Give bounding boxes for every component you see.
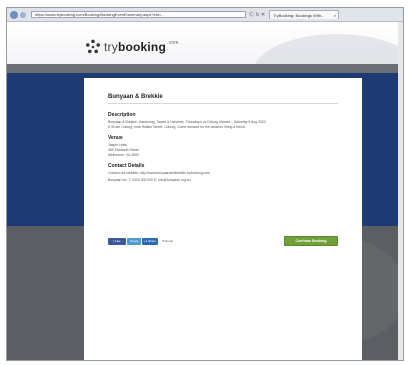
browser-tab[interactable]: TryBooking: Bookings With... ×	[269, 10, 340, 19]
tweet-button[interactable]: Tweet	[127, 237, 141, 245]
logo-text: trybooking.com	[104, 40, 179, 54]
address-bar[interactable]: https://www.trybooking.com/Booking/Booki…	[31, 11, 246, 18]
site-header: trybooking.com	[7, 22, 403, 114]
description-text: Bunyaan & Brekkie: Gardening, Tastes & H…	[108, 120, 338, 130]
logo-text-try: try	[104, 40, 118, 54]
trybooking-logo[interactable]: trybooking.com	[85, 39, 179, 55]
event-title: Bunyaan & Brekkie	[108, 94, 163, 100]
booking-actions: f Like Tweet +1 Share ✉ Email Continue B…	[108, 236, 338, 246]
title-divider	[108, 103, 338, 104]
venue-address: Jasper Hotel 489 Elizabeth Street Melbou…	[108, 143, 338, 158]
contact-details: Contact our website: http://www.bunyaana…	[108, 171, 338, 183]
back-icon[interactable]	[10, 10, 18, 19]
contact-line[interactable]: Bunyaan Inc. T: 0400 000 000 E: info@bun…	[108, 178, 338, 183]
tab-label: TryBooking: Bookings With...	[273, 12, 325, 18]
venue-heading: Venue	[108, 135, 123, 141]
event-card: Bunyaan & Brekkie Description Bunyaan & …	[84, 78, 362, 360]
browser-toolbar: https://www.trybooking.com/Booking/Booki…	[7, 8, 403, 22]
header-band	[7, 64, 403, 73]
forward-icon[interactable]	[20, 11, 26, 18]
facebook-like-button[interactable]: f Like	[108, 237, 126, 245]
venue-line: Melbourne, Vic 3000	[108, 153, 140, 157]
description-line: 8:30 am Coburg, near Walker Street, Cobu…	[108, 125, 246, 129]
contact-line[interactable]: Contact our website: http://www.bunyaana…	[108, 171, 338, 176]
logo-text-booking: booking	[117, 40, 166, 54]
email-share-link[interactable]: ✉ Email	[162, 239, 173, 243]
share-buttons: f Like Tweet +1 Share ✉ Email	[108, 237, 173, 245]
address-text: https://www.trybooking.com/Booking/Booki…	[35, 12, 165, 17]
logo-text-suffix: .com	[167, 40, 179, 46]
logo-star-icon	[86, 39, 100, 54]
browser-window: https://www.trybooking.com/Booking/Booki…	[6, 7, 404, 361]
browser-controls[interactable]: Ⓒ ↻ ✕	[249, 11, 265, 18]
scrollbar[interactable]	[398, 22, 403, 360]
description-heading: Description	[108, 112, 136, 118]
gplus-share-button[interactable]: +1 Share	[142, 237, 158, 245]
close-tab-icon[interactable]: ×	[334, 13, 336, 18]
continue-booking-button[interactable]: Continue Booking	[284, 236, 338, 246]
contact-heading: Contact Details	[108, 163, 145, 169]
